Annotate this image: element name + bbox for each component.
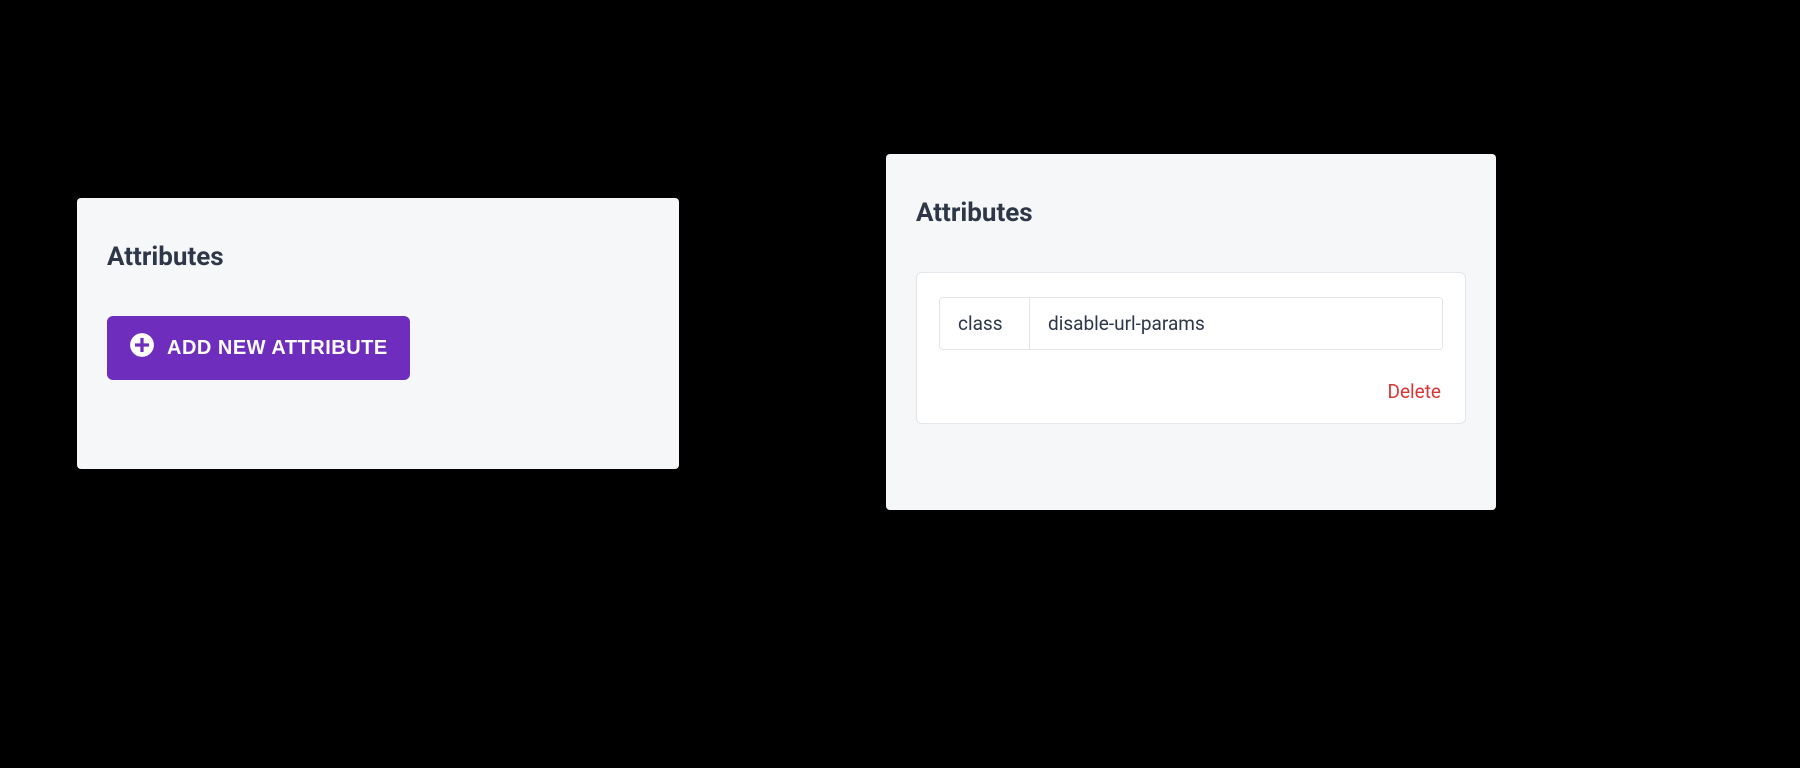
plus-circle-icon [129, 332, 155, 364]
attribute-key-input[interactable] [940, 298, 1030, 349]
attribute-row [939, 297, 1443, 350]
attribute-value-input[interactable] [1030, 298, 1442, 349]
add-attribute-button[interactable]: ADD NEW ATTRIBUTE [107, 316, 410, 380]
attribute-card: Delete [916, 272, 1466, 424]
attribute-actions: Delete [939, 376, 1443, 407]
add-attribute-button-label: ADD NEW ATTRIBUTE [167, 337, 388, 360]
panel-title: Attributes [107, 242, 649, 272]
attributes-panel-filled: Attributes Delete [886, 154, 1496, 510]
panel-title: Attributes [916, 198, 1466, 228]
attributes-panel-empty: Attributes ADD NEW ATTRIBUTE [77, 198, 679, 469]
delete-attribute-button[interactable]: Delete [1385, 376, 1443, 407]
